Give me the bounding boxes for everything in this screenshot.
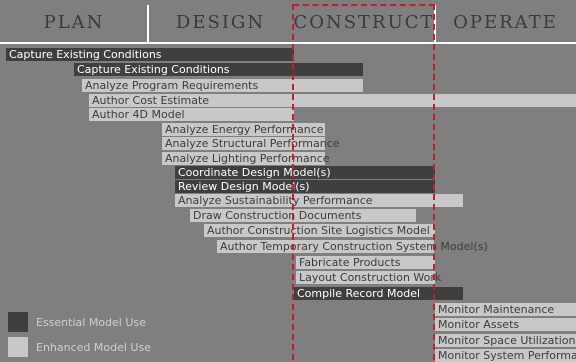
model-use-bar: Monitor System Performance bbox=[435, 349, 576, 362]
model-use-bar: Capture Existing Conditions bbox=[6, 48, 294, 61]
model-use-bar: Layout Construction Work bbox=[296, 271, 441, 284]
legend-essential: Essential Model Use bbox=[8, 312, 146, 332]
phase-operate: OPERATE bbox=[453, 11, 558, 33]
legend-enhanced-label: Enhanced Model Use bbox=[36, 340, 151, 354]
header-divider bbox=[0, 42, 576, 44]
model-use-bar: Draw Construction Documents bbox=[190, 209, 416, 222]
construct-highlight-top bbox=[293, 4, 435, 6]
model-use-bar: Analyze Energy Performance bbox=[162, 123, 325, 136]
phase-construct: CONSTRUCT bbox=[293, 11, 435, 33]
model-use-bar: Author Cost Estimate bbox=[89, 94, 576, 107]
legend-essential-swatch bbox=[8, 312, 28, 332]
legend-essential-label: Essential Model Use bbox=[36, 315, 146, 329]
phase-plan: PLAN bbox=[43, 11, 105, 33]
model-use-bar: Author Construction Site Logistics Model bbox=[204, 224, 435, 237]
legend-enhanced-swatch bbox=[8, 337, 28, 357]
model-use-bar: Author Temporary Construction System Mod… bbox=[217, 240, 488, 253]
model-use-bar: Fabricate Products bbox=[296, 256, 435, 269]
model-use-bar: Monitor Assets bbox=[435, 318, 576, 331]
model-use-bar: Compile Record Model bbox=[294, 287, 463, 300]
legend-enhanced: Enhanced Model Use bbox=[8, 337, 151, 357]
model-use-bar: Analyze Structural Performance bbox=[162, 137, 340, 150]
model-use-bar: Analyze Program Requirements bbox=[82, 79, 363, 92]
model-use-bar: Author 4D Model bbox=[89, 108, 294, 121]
model-use-bar: Analyze Lighting Performance bbox=[162, 152, 330, 165]
construct-highlight-right bbox=[433, 4, 435, 360]
model-use-bar: Review Design Model(s) bbox=[175, 180, 435, 193]
model-use-bar: Analyze Sustainability Performance bbox=[175, 194, 463, 207]
phase-header: PLAN DESIGN CONSTRUCT OPERATE bbox=[0, 0, 576, 44]
model-use-bar: Capture Existing Conditions bbox=[74, 63, 363, 76]
phase-design: DESIGN bbox=[175, 11, 266, 33]
construct-highlight-left bbox=[292, 4, 294, 360]
phase-divider bbox=[147, 5, 149, 42]
model-use-bar: Monitor Space Utilization bbox=[435, 334, 576, 347]
model-use-bar: Coordinate Design Model(s) bbox=[175, 166, 435, 179]
model-use-bar: Monitor Maintenance bbox=[435, 303, 576, 316]
